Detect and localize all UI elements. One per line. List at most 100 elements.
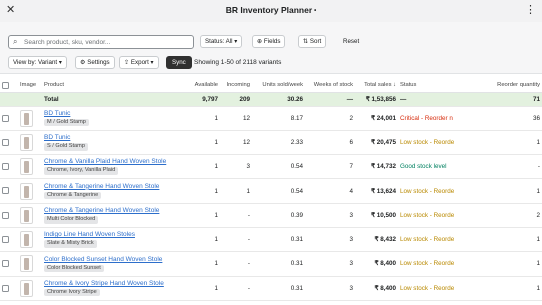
- title-dot: •: [314, 7, 317, 14]
- view-by-button[interactable]: View by: Variant ▾: [8, 56, 67, 69]
- search-input[interactable]: ⌕ Search product, sku, vendor...: [8, 35, 194, 49]
- product-image[interactable]: [20, 182, 33, 200]
- row-checkbox[interactable]: [2, 114, 9, 122]
- select-all-checkbox[interactable]: [2, 81, 9, 89]
- product-link[interactable]: BD Tunic: [44, 110, 180, 118]
- incoming-cell: 1: [220, 178, 252, 204]
- product-image[interactable]: [20, 231, 33, 249]
- incoming-cell: -: [220, 203, 252, 228]
- row-checkbox[interactable]: [2, 138, 9, 146]
- col-reorder-quantity[interactable]: Reorder quantity: [456, 79, 542, 93]
- product-image[interactable]: [20, 255, 33, 273]
- row-checkbox-cell: [0, 203, 18, 228]
- row-image-cell: [18, 227, 42, 253]
- product-link[interactable]: Chrome & Ivory Stripe Hand Woven Stole: [44, 280, 180, 288]
- fields-button[interactable]: ⊕ Fields: [252, 35, 286, 48]
- sort-icon: ⇅: [303, 38, 309, 45]
- table-row[interactable]: Chrome & Tangerine Hand Woven Stole Chrom…: [0, 178, 542, 204]
- variant-badge: Chrome, Ivory, Vanilla Plaid: [44, 167, 119, 175]
- product-link[interactable]: BD Tunic: [44, 134, 180, 142]
- row-checkbox[interactable]: [2, 284, 9, 292]
- total-sales-value: ₹ 10,500: [370, 211, 396, 219]
- variant-badge: Chrome Ivory Stripe: [44, 288, 100, 297]
- inventory-table: Image Product Available Incoming Units s…: [0, 79, 542, 301]
- col-units-sold-week[interactable]: Units sold/week: [252, 79, 305, 93]
- product-image[interactable]: [20, 109, 33, 127]
- row-checkbox-cell: [0, 276, 18, 301]
- more-dots-icon[interactable]: ⋮: [525, 3, 536, 16]
- col-weeks-of-stock[interactable]: Weeks of stock: [305, 79, 355, 93]
- col-product[interactable]: Product: [42, 79, 182, 93]
- status-filter-label: Status: All: [205, 38, 233, 45]
- table-row[interactable]: BD Tunic S / Gold Stamp 1 12 2.33 6 ₹ 20,475 Lo…: [0, 130, 542, 156]
- row-image-cell: [18, 154, 42, 180]
- available-cell: 1: [182, 130, 220, 156]
- product-link[interactable]: Chrome & Tangerine Hand Woven Stole: [44, 183, 180, 191]
- row-checkbox-cell: [0, 178, 18, 204]
- weeks-of-stock-cell: 3: [305, 251, 355, 277]
- row-checkbox[interactable]: [2, 163, 9, 171]
- product-image[interactable]: [20, 158, 33, 176]
- units-sold-week-cell: 0.54: [252, 178, 305, 204]
- units-sold-week-cell: 0.39: [252, 203, 305, 228]
- variant-badge: Chrome & Tangerine: [44, 191, 102, 200]
- status-cell: Critical - Reorder n: [398, 106, 456, 131]
- product-link[interactable]: Indigo Line Hand Woven Stoles: [44, 231, 180, 239]
- row-checkbox-cell: [0, 154, 18, 180]
- row-checkbox-cell: [0, 251, 18, 277]
- weeks-of-stock-cell: 6: [305, 130, 355, 156]
- total-sales-cell: ₹ 8,400: [355, 251, 398, 277]
- total-status: —: [398, 92, 456, 107]
- table-row[interactable]: BD Tunic M / Gold Stamp 1 12 8.17 2 ₹ 24,001 Cr…: [0, 106, 542, 131]
- product-cell: Chrome & Tangerine Hand Woven Stole Multi…: [42, 203, 182, 228]
- product-link[interactable]: Chrome & Vanilla Plaid Hand Woven Stole: [44, 158, 180, 166]
- table-row[interactable]: Indigo Line Hand Woven Stoles Slate & Mis…: [0, 227, 542, 253]
- units-sold-week-cell: 0.31: [252, 251, 305, 277]
- units-sold-week-cell: 8.17: [252, 106, 305, 131]
- total-units-sold-week: 30.26: [252, 92, 305, 107]
- incoming-cell: 12: [220, 106, 252, 131]
- weeks-of-stock-cell: 3: [305, 227, 355, 253]
- product-image[interactable]: [20, 133, 33, 151]
- row-image-cell: [18, 276, 42, 301]
- row-checkbox[interactable]: [2, 260, 9, 268]
- reset-button[interactable]: Reset: [343, 38, 359, 45]
- weeks-of-stock-cell: 4: [305, 178, 355, 204]
- incoming-cell: -: [220, 276, 252, 301]
- total-sales-cell: ₹ 10,500: [355, 203, 398, 228]
- status-cell: Good stock level: [398, 154, 456, 180]
- product-cell: BD Tunic S / Gold Stamp: [42, 130, 182, 156]
- row-checkbox[interactable]: [2, 187, 9, 195]
- col-total-sales[interactable]: Total sales ↓: [355, 79, 398, 93]
- col-status[interactable]: Status: [398, 79, 456, 93]
- total-row: Total 9,797 209 30.26 — ₹ 1,53,856 — 71: [0, 92, 542, 107]
- sync-button[interactable]: Sync: [166, 56, 192, 69]
- units-sold-week-cell: 0.31: [252, 227, 305, 253]
- product-link[interactable]: Chrome & Tangerine Hand Woven Stole: [44, 207, 180, 215]
- row-image-cell: [18, 251, 42, 277]
- total-sales-cell: ₹ 13,624: [355, 178, 398, 204]
- product-image[interactable]: [20, 279, 33, 297]
- product-link[interactable]: Color Blocked Sunset Hand Woven Stole: [44, 256, 180, 264]
- settings-button[interactable]: ⚙ Settings: [75, 56, 115, 69]
- table-row[interactable]: Color Blocked Sunset Hand Woven Stole Col…: [0, 251, 542, 277]
- product-image[interactable]: [20, 206, 33, 224]
- status-filter-button[interactable]: Status: All ▾: [200, 35, 243, 48]
- incoming-cell: -: [220, 227, 252, 253]
- row-checkbox[interactable]: [2, 211, 9, 219]
- export-button[interactable]: ⇪ Export ▾: [119, 56, 159, 69]
- units-sold-week-cell: 2.33: [252, 130, 305, 156]
- product-cell: Chrome & Tangerine Hand Woven Stole Chrom…: [42, 178, 182, 204]
- row-checkbox[interactable]: [2, 236, 9, 244]
- sort-button[interactable]: ⇅ Sort: [298, 35, 327, 48]
- table-row[interactable]: Chrome & Tangerine Hand Woven Stole Multi…: [0, 203, 542, 228]
- col-incoming[interactable]: Incoming: [220, 79, 252, 93]
- total-label: Total: [42, 92, 182, 107]
- total-sales-cell: ₹ 20,475: [355, 130, 398, 156]
- chevron-down-icon: ▾: [58, 59, 62, 66]
- product-cell: Indigo Line Hand Woven Stoles Slate & Mis…: [42, 227, 182, 253]
- col-available[interactable]: Available: [182, 79, 220, 93]
- available-cell: 1: [182, 178, 220, 204]
- table-row[interactable]: Chrome & Vanilla Plaid Hand Woven Stole C…: [0, 154, 542, 180]
- table-row[interactable]: Chrome & Ivory Stripe Hand Woven Stole Ch…: [0, 276, 542, 301]
